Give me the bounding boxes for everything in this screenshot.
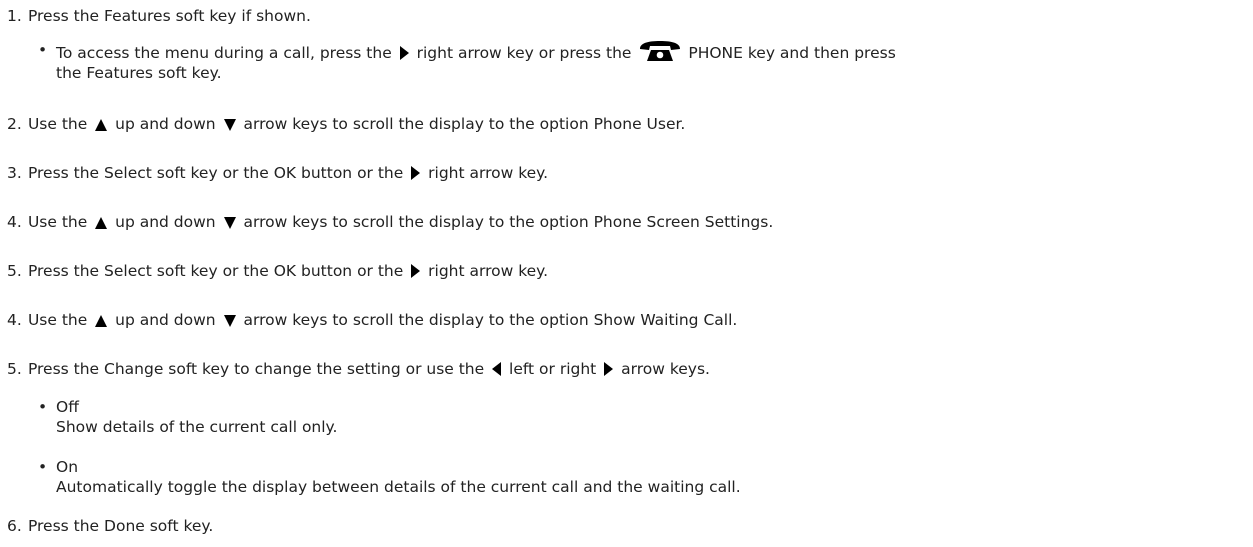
option-title: On — [56, 458, 79, 476]
step-text: left or right — [504, 360, 602, 378]
step-number: 4. — [7, 311, 22, 329]
bullet: • — [38, 458, 48, 476]
down-arrow-icon — [223, 118, 237, 132]
step-text: Press the Done soft key. — [27, 517, 214, 535]
option-description: Automatically toggle the display between… — [56, 478, 741, 496]
step-number: 5. — [7, 360, 22, 378]
step-1: 1. Press the Features soft key if shown. — [7, 6, 311, 26]
step-number: 2. — [7, 115, 22, 133]
step-text: Use the — [27, 213, 93, 231]
bullet: • — [38, 41, 48, 59]
step-text: arrow keys. — [616, 360, 710, 378]
step-4b: 4. Use the up and down arrow keys to scr… — [7, 310, 737, 330]
right-arrow-icon — [410, 165, 421, 181]
step-text: up and down — [110, 213, 221, 231]
right-arrow-icon — [603, 361, 614, 377]
step-text: Press the Change soft key to change the … — [27, 360, 490, 378]
step-number: 3. — [7, 164, 22, 182]
up-arrow-icon — [94, 216, 108, 230]
step-5b: 5. Press the Change soft key to change t… — [7, 359, 710, 379]
note-text: the Features soft key. — [56, 64, 222, 82]
option-off: • Off Show details of the current call o… — [38, 397, 337, 437]
down-arrow-icon — [223, 314, 237, 328]
right-arrow-icon — [399, 45, 410, 61]
step-number: 1. — [7, 7, 22, 25]
step-3: 3. Press the Select soft key or the OK b… — [7, 163, 548, 183]
step-4: 4. Use the up and down arrow keys to scr… — [7, 212, 773, 232]
note-text: To access the menu during a call, press … — [56, 44, 397, 62]
step-text: arrow keys to scroll the display to the … — [238, 213, 774, 231]
step-text: arrow keys to scroll the display to the … — [238, 311, 738, 329]
step-1-note: • To access the menu during a call, pres… — [38, 40, 896, 83]
option-on: • On Automatically toggle the display be… — [38, 457, 741, 497]
option-description: Show details of the current call only. — [56, 418, 338, 436]
left-arrow-icon — [491, 361, 502, 377]
step-text: arrow keys to scroll the display to the … — [238, 115, 686, 133]
step-number: 6. — [7, 517, 22, 535]
up-arrow-icon — [94, 118, 108, 132]
step-text: Press the Select soft key or the OK butt… — [27, 164, 409, 182]
step-text: up and down — [110, 115, 221, 133]
step-2: 2. Use the up and down arrow keys to scr… — [7, 114, 685, 134]
step-text: Press the Features soft key if shown. — [27, 7, 311, 25]
step-5: 5. Press the Select soft key or the OK b… — [7, 261, 548, 281]
step-text: up and down — [110, 311, 221, 329]
step-6: 6. Press the Done soft key. — [7, 516, 213, 536]
note-text: PHONE key and then press — [688, 44, 896, 62]
phone-icon — [638, 40, 682, 62]
step-text: Press the Select soft key or the OK butt… — [27, 262, 409, 280]
step-number: 4. — [7, 213, 22, 231]
step-text: Use the — [27, 311, 93, 329]
step-text: right arrow key. — [423, 164, 549, 182]
up-arrow-icon — [94, 314, 108, 328]
down-arrow-icon — [223, 216, 237, 230]
note-text: right arrow key or press the — [411, 44, 637, 62]
step-text: right arrow key. — [423, 262, 549, 280]
right-arrow-icon — [410, 263, 421, 279]
option-title: Off — [56, 398, 79, 416]
step-number: 5. — [7, 262, 22, 280]
step-text: Use the — [27, 115, 93, 133]
bullet: • — [38, 398, 48, 416]
